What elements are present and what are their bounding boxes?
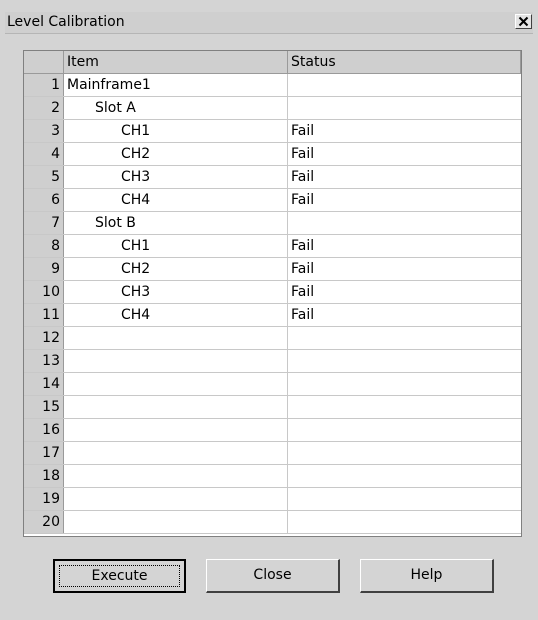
grid-header-row: Item Status xyxy=(24,51,521,74)
item-cell[interactable] xyxy=(64,442,288,464)
status-cell[interactable]: Fail xyxy=(288,235,521,257)
item-cell[interactable]: Slot A xyxy=(64,97,288,119)
status-cell[interactable] xyxy=(288,465,521,487)
table-row[interactable]: 16 xyxy=(24,419,521,442)
status-cell[interactable] xyxy=(288,373,521,395)
row-number[interactable]: 7 xyxy=(24,212,64,234)
item-cell[interactable]: CH2 xyxy=(64,143,288,165)
title-bar: Level Calibration xyxy=(5,12,533,34)
table-row[interactable]: 8 CH1 Fail xyxy=(24,235,521,258)
row-number[interactable]: 15 xyxy=(24,396,64,418)
table-row[interactable]: 9 CH2 Fail xyxy=(24,258,521,281)
item-cell[interactable] xyxy=(64,396,288,418)
status-cell[interactable]: Fail xyxy=(288,143,521,165)
status-cell[interactable]: Fail xyxy=(288,281,521,303)
row-number[interactable]: 13 xyxy=(24,350,64,372)
close-icon xyxy=(518,16,529,27)
item-cell[interactable]: CH3 xyxy=(64,281,288,303)
row-number[interactable]: 2 xyxy=(24,97,64,119)
table-row[interactable]: 3 CH1 Fail xyxy=(24,120,521,143)
item-cell[interactable] xyxy=(64,327,288,349)
table-row[interactable]: 13 xyxy=(24,350,521,373)
item-cell[interactable] xyxy=(64,350,288,372)
row-number[interactable]: 3 xyxy=(24,120,64,142)
close-button[interactable]: Close xyxy=(206,559,340,593)
row-number[interactable]: 8 xyxy=(24,235,64,257)
status-cell[interactable] xyxy=(288,327,521,349)
row-number[interactable]: 19 xyxy=(24,488,64,510)
table-row[interactable]: 6 CH4 Fail xyxy=(24,189,521,212)
table-row[interactable]: 20 xyxy=(24,511,521,534)
execute-button-label: Execute xyxy=(59,565,180,587)
item-cell[interactable] xyxy=(64,373,288,395)
row-number-header xyxy=(24,51,64,73)
status-cell[interactable] xyxy=(288,419,521,441)
item-cell[interactable]: CH1 xyxy=(64,120,288,142)
item-cell[interactable] xyxy=(64,511,288,533)
row-number[interactable]: 18 xyxy=(24,465,64,487)
calibration-grid[interactable]: Item Status 1 Mainframe1 2 Slot A 3 CH1 Fail 4 C… xyxy=(23,50,522,537)
item-cell[interactable]: CH4 xyxy=(64,189,288,211)
status-cell[interactable]: Fail xyxy=(288,166,521,188)
table-row[interactable]: 4 CH2 Fail xyxy=(24,143,521,166)
row-number[interactable]: 6 xyxy=(24,189,64,211)
item-cell[interactable]: CH2 xyxy=(64,258,288,280)
item-cell[interactable] xyxy=(64,419,288,441)
status-cell[interactable]: Fail xyxy=(288,258,521,280)
status-cell[interactable] xyxy=(288,350,521,372)
row-number[interactable]: 1 xyxy=(24,74,64,96)
status-column-header[interactable]: Status xyxy=(288,51,521,73)
table-row[interactable]: 17 xyxy=(24,442,521,465)
level-calibration-dialog: Level Calibration Item Status 1 Mainframe… xyxy=(0,0,538,620)
status-cell[interactable] xyxy=(288,442,521,464)
table-row[interactable]: 5 CH3 Fail xyxy=(24,166,521,189)
status-cell[interactable]: Fail xyxy=(288,189,521,211)
status-cell[interactable]: Fail xyxy=(288,120,521,142)
status-cell[interactable] xyxy=(288,488,521,510)
status-cell[interactable] xyxy=(288,396,521,418)
row-number[interactable]: 4 xyxy=(24,143,64,165)
item-cell[interactable]: CH3 xyxy=(64,166,288,188)
table-row[interactable]: 2 Slot A xyxy=(24,97,521,120)
table-row[interactable]: 18 xyxy=(24,465,521,488)
status-cell[interactable]: Fail xyxy=(288,304,521,326)
item-cell[interactable] xyxy=(64,465,288,487)
row-number[interactable]: 12 xyxy=(24,327,64,349)
table-row[interactable]: 15 xyxy=(24,396,521,419)
row-number[interactable]: 20 xyxy=(24,511,64,533)
window-title: Level Calibration xyxy=(7,14,125,30)
row-number[interactable]: 10 xyxy=(24,281,64,303)
close-window-button[interactable] xyxy=(515,14,532,29)
table-row[interactable]: 7 Slot B xyxy=(24,212,521,235)
item-cell[interactable]: CH4 xyxy=(64,304,288,326)
row-number[interactable]: 17 xyxy=(24,442,64,464)
execute-button[interactable]: Execute xyxy=(53,559,186,593)
status-cell[interactable] xyxy=(288,212,521,234)
table-row[interactable]: 1 Mainframe1 xyxy=(24,74,521,97)
table-row[interactable]: 10 CH3 Fail xyxy=(24,281,521,304)
item-cell[interactable]: CH1 xyxy=(64,235,288,257)
table-row[interactable]: 14 xyxy=(24,373,521,396)
table-row[interactable]: 19 xyxy=(24,488,521,511)
row-number[interactable]: 16 xyxy=(24,419,64,441)
row-number[interactable]: 5 xyxy=(24,166,64,188)
status-cell[interactable] xyxy=(288,511,521,533)
help-button[interactable]: Help xyxy=(360,559,494,593)
item-column-header[interactable]: Item xyxy=(64,51,288,73)
row-number[interactable]: 9 xyxy=(24,258,64,280)
table-row[interactable]: 11 CH4 Fail xyxy=(24,304,521,327)
row-number[interactable]: 11 xyxy=(24,304,64,326)
item-cell[interactable]: Mainframe1 xyxy=(64,74,288,96)
row-number[interactable]: 14 xyxy=(24,373,64,395)
status-cell[interactable] xyxy=(288,97,521,119)
status-cell[interactable] xyxy=(288,74,521,96)
item-cell[interactable] xyxy=(64,488,288,510)
item-cell[interactable]: Slot B xyxy=(64,212,288,234)
table-row[interactable]: 12 xyxy=(24,327,521,350)
